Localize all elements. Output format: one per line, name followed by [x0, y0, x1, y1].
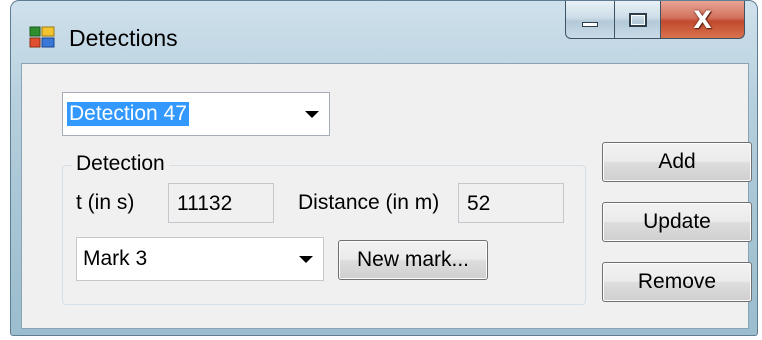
dialog-client-area: Detection 47 Detection t (in s) 11132 Di…: [21, 63, 752, 329]
maximize-button[interactable]: [615, 1, 661, 39]
detections-window: Detections X Detection 47 Detection t (i…: [10, 0, 758, 336]
close-button[interactable]: X: [661, 1, 745, 39]
distance-field: 52: [458, 183, 564, 223]
close-icon: X: [693, 5, 712, 34]
mark-select-value: Mark 3: [83, 247, 148, 270]
window-title: Detections: [69, 25, 178, 51]
detection-select-value: Detection 47: [67, 102, 189, 126]
mark-select[interactable]: Mark 3: [76, 237, 324, 281]
time-label: t (in s): [76, 191, 135, 214]
time-field: 11132: [168, 183, 274, 223]
detection-group-label: Detection: [72, 152, 169, 176]
minimize-button[interactable]: [565, 1, 615, 39]
chevron-down-icon[interactable]: [299, 256, 313, 263]
add-button[interactable]: Add: [602, 142, 752, 182]
title-bar[interactable]: Detections X: [11, 1, 757, 63]
detection-select[interactable]: Detection 47: [62, 92, 330, 136]
minimize-icon: [582, 22, 598, 27]
maximize-icon: [628, 12, 647, 27]
update-button[interactable]: Update: [602, 202, 752, 242]
app-window-icon[interactable]: [29, 26, 55, 48]
caption-buttons: X: [565, 1, 745, 41]
distance-value: 52: [467, 192, 491, 215]
distance-label: Distance (in m): [298, 191, 440, 214]
chevron-down-icon[interactable]: [305, 111, 319, 118]
remove-button[interactable]: Remove: [602, 262, 752, 302]
new-mark-button[interactable]: New mark...: [338, 240, 488, 280]
time-value: 11132: [177, 192, 233, 215]
